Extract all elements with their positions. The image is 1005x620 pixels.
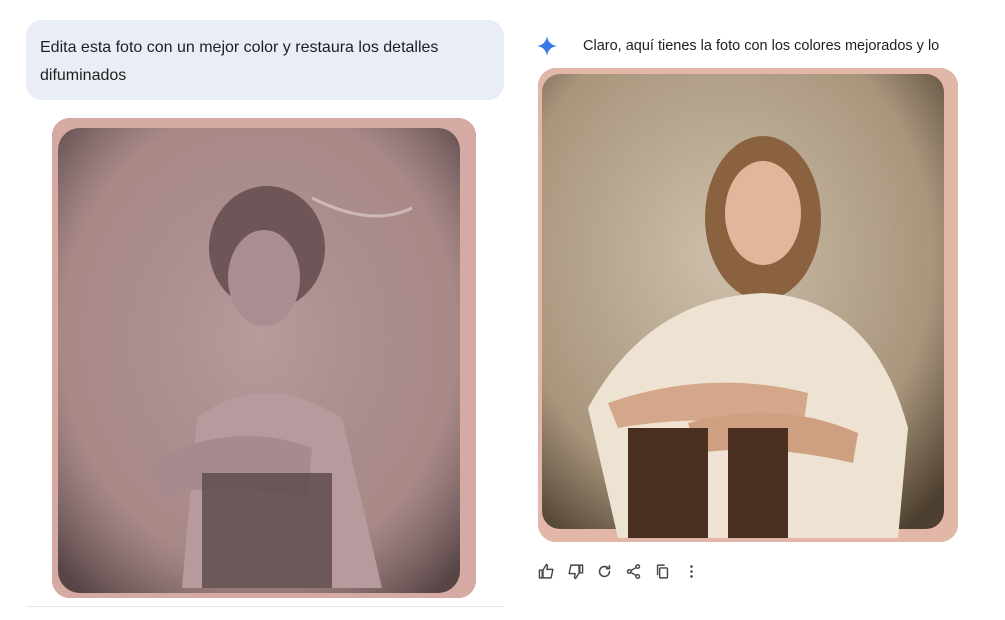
share-button[interactable] [623, 561, 643, 581]
regenerate-icon [598, 564, 610, 577]
user-message-text: Edita esta foto con un mejor color y res… [40, 39, 439, 84]
copy-button[interactable] [652, 561, 672, 581]
right-gutter [959, 0, 1005, 620]
more-options-button[interactable] [681, 561, 701, 581]
thumb-down-icon [567, 563, 583, 579]
original-tintype-image [52, 118, 476, 598]
generated-photo[interactable] [538, 68, 958, 542]
response-actions [536, 560, 710, 582]
restored-portrait-image [538, 68, 958, 542]
user-turn: Edita esta foto con un mejor color y res… [26, 12, 504, 607]
more-vert-icon [689, 564, 693, 578]
user-message-bubble: Edita esta foto con un mejor color y res… [26, 20, 504, 100]
copy-icon [656, 563, 668, 579]
model-turn: Claro, aquí tienes la foto con los color… [531, 12, 959, 606]
uploaded-photo[interactable] [52, 118, 476, 598]
share-icon [626, 563, 640, 579]
thumb-up-icon [538, 563, 554, 579]
regenerate-button[interactable] [594, 561, 614, 581]
gemini-sparkle-icon [537, 36, 557, 56]
thumb-down-button[interactable] [565, 561, 585, 581]
model-response-text: Claro, aquí tienes la foto con los color… [583, 38, 940, 54]
thumb-up-button[interactable] [536, 561, 556, 581]
